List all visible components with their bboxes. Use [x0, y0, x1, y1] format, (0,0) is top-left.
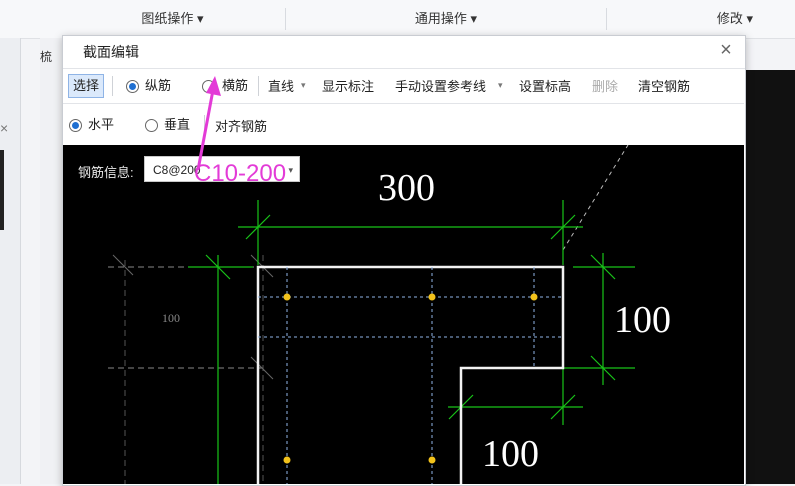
left-strip	[0, 38, 21, 484]
toolbar-separator	[258, 76, 259, 96]
select-button[interactable]: 选择	[68, 74, 105, 98]
longitudinal-radio[interactable]	[126, 80, 139, 93]
dimension-text-left-small: 100	[162, 311, 180, 325]
line-chevron-down-icon[interactable]: ▾	[301, 72, 306, 98]
dimension-text-bottom: 100	[482, 433, 539, 475]
toolbar-divider	[63, 103, 744, 104]
ribbon-group-drawing-ops[interactable]: 图纸操作 ▾	[60, 0, 285, 38]
longitudinal-label[interactable]: 纵筋	[145, 73, 171, 99]
manual-ref-chevron-down-icon[interactable]: ▾	[498, 72, 503, 98]
rebar-dot	[283, 293, 291, 301]
horizontal-label[interactable]: 水平	[88, 112, 114, 138]
ribbon-group-general-ops[interactable]: 通用操作 ▾	[286, 0, 606, 38]
left-panel-edge	[0, 150, 4, 230]
ribbon-separator	[606, 8, 607, 30]
delete-button[interactable]: 删除	[592, 74, 618, 100]
ribbon-group-modify[interactable]: 修改 ▾	[690, 0, 780, 38]
manual-reference-line-dropdown[interactable]: 手动设置参考线	[395, 74, 486, 100]
toolbar-separator	[112, 76, 113, 96]
vertical-radio[interactable]	[145, 119, 158, 132]
dimension-text-top: 300	[378, 167, 435, 209]
left-close-icon[interactable]: ×	[0, 120, 8, 136]
left-fragment-text: 梳	[40, 50, 53, 64]
clear-rebar-button[interactable]: 清空钢筋	[638, 74, 690, 100]
rebar-dot	[530, 293, 538, 301]
close-icon[interactable]: ×	[715, 38, 737, 62]
show-dimension-button[interactable]: 显示标注	[322, 74, 374, 100]
transverse-label[interactable]: 横筋	[222, 73, 248, 99]
ribbon: 图纸操作 ▾ 通用操作 ▾ 修改 ▾	[0, 0, 795, 39]
reference-diagonal-line	[562, 145, 629, 251]
rebar-dot	[283, 456, 291, 464]
title-divider	[63, 68, 745, 69]
horizontal-radio[interactable]	[69, 119, 82, 132]
dimension-text-right: 100	[614, 299, 671, 341]
background-canvas-right	[745, 70, 795, 484]
dialog-title: 截面编辑	[83, 44, 139, 60]
line-dropdown[interactable]: 直线	[268, 74, 294, 100]
rebar-dot	[428, 456, 436, 464]
guide-tick	[112, 254, 134, 276]
rebar-dot	[428, 293, 436, 301]
set-elevation-button[interactable]: 设置标高	[519, 74, 571, 100]
annotation-text: C10-200	[194, 160, 287, 187]
left-tool-column	[40, 38, 62, 484]
guide-tick	[250, 356, 274, 380]
